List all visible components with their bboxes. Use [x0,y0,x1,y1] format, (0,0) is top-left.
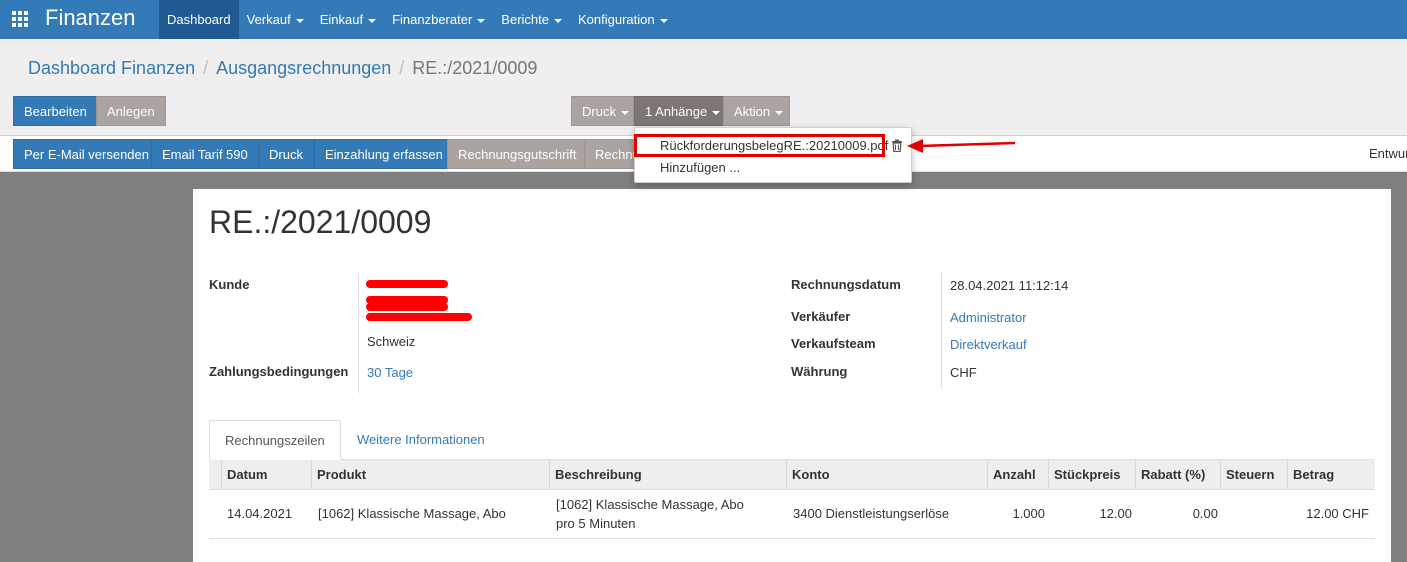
caret-down-icon [620,110,629,115]
currency-value: CHF [950,365,977,380]
menu-berichte[interactable]: Berichte [493,0,570,39]
column-header-quantity[interactable]: Anzahl [987,460,1036,490]
print-button[interactable]: Druck [258,139,314,169]
field-separator [941,273,942,389]
cell-amount: 12.00 CHF [1306,506,1369,521]
menu-einkauf[interactable]: Einkauf [312,0,384,39]
main-menu: Dashboard Verkauf Einkauf Finanzberater … [159,0,676,39]
cell-unit-price: 12.00 [1099,506,1132,521]
cell-discount: 0.00 [1192,506,1218,521]
print-menu-button[interactable]: Druck [571,96,634,126]
caret-down-icon [295,18,304,23]
cell-description-line2: pro 5 Minuten [556,516,636,531]
edit-button[interactable]: Bearbeiten [13,96,98,126]
customer-label: Kunde [209,277,250,292]
payment-terms-label: Zahlungsbedingungen [209,364,349,379]
redaction-mark [366,280,448,288]
menu-verkauf[interactable]: Verkauf [239,0,312,39]
sales-team-label: Verkaufsteam [791,336,876,351]
attachments-menu-button[interactable]: 1 Anhänge [634,96,724,126]
field-separator [358,273,359,393]
caret-down-icon [775,110,784,115]
breadcrumb: Dashboard Finanzen / Ausgangsrechnungen / RE… [28,58,537,79]
customer-country: Schweiz [367,334,416,349]
cell-quantity: 1.000 [1012,506,1045,521]
cell-account: 3400 Dienstleistungserlöse [793,506,950,521]
trash-icon[interactable] [891,139,903,153]
sales-team-link[interactable]: Direktverkauf [950,337,1027,352]
caret-down-icon [477,18,486,23]
action-menu-button[interactable]: Aktion [723,96,790,126]
annotation-highlight-box [634,134,885,157]
column-header-account[interactable]: Konto [786,460,830,490]
caret-down-icon [712,110,721,115]
invoice-title: RE.:/2021/0009 [209,204,432,240]
invoice-date-value: 28.04.2021 11:12:14 [950,278,1069,293]
cell-product: [1062] Klassische Massage, Abo [318,506,506,521]
apps-grid-icon[interactable] [12,11,30,28]
app-title: Finanzen [45,5,136,30]
currency-label: Währung [791,364,848,379]
redaction-mark [366,313,472,321]
create-button[interactable]: Anlegen [96,96,166,126]
truncated-button[interactable]: Rechnu [584,139,636,169]
column-header-discount[interactable]: Rabatt (%) [1135,460,1205,490]
column-header-unit-price[interactable]: Stückpreis [1048,460,1120,490]
breadcrumb-current: RE.:/2021/0009 [412,58,538,78]
menu-dashboard[interactable]: Dashboard [159,0,239,39]
payment-terms-link[interactable]: 30 Tage [367,365,413,380]
tab-more-info[interactable]: Weitere Informationen [342,420,500,460]
send-email-button[interactable]: Per E-Mail versenden [13,139,160,169]
menu-konfiguration[interactable]: Konfiguration [570,0,676,39]
column-header-product[interactable]: Produkt [311,460,366,490]
redaction-mark [366,303,448,311]
credit-note-button[interactable]: Rechnungsgutschrift [447,139,588,169]
column-header-description[interactable]: Beschreibung [549,460,642,490]
salesperson-link[interactable]: Administrator [950,310,1027,325]
add-attachment-link[interactable]: Hinzufügen ... [660,160,740,175]
annotation-arrow-icon [907,139,1016,153]
register-payment-button[interactable]: Einzahlung erfassen [314,139,454,169]
invoice-date-label: Rechnungsdatum [791,277,901,292]
caret-down-icon [368,18,377,23]
table-header: Datum Produkt Beschreibung Konto Anzahl … [209,460,1375,490]
breadcrumb-separator: / [399,58,405,78]
column-header-amount[interactable]: Betrag [1287,460,1334,490]
breadcrumb-invoices-link[interactable]: Ausgangsrechnungen [216,58,391,78]
top-navbar: Finanzen Dashboard Verkauf Einkauf Finan… [0,0,1407,39]
email-tarif-button[interactable]: Email Tarif 590 [151,139,259,169]
tab-invoice-lines[interactable]: Rechnungszeilen [209,420,341,460]
column-header-date[interactable]: Datum [221,460,267,490]
cell-date: 14.04.2021 [227,506,293,521]
status-state: Entwur [1369,146,1407,161]
caret-down-icon [554,18,562,23]
caret-down-icon [659,18,668,23]
salesperson-label: Verkäufer [791,309,851,324]
menu-finanzberater[interactable]: Finanzberater [384,0,493,39]
breadcrumb-separator: / [203,58,209,78]
column-header-taxes[interactable]: Steuern [1220,460,1274,490]
row-divider [209,538,1375,539]
breadcrumb-dashboard-link[interactable]: Dashboard Finanzen [28,58,195,78]
cell-description-line1: [1062] Klassische Massage, Abo [556,497,744,512]
